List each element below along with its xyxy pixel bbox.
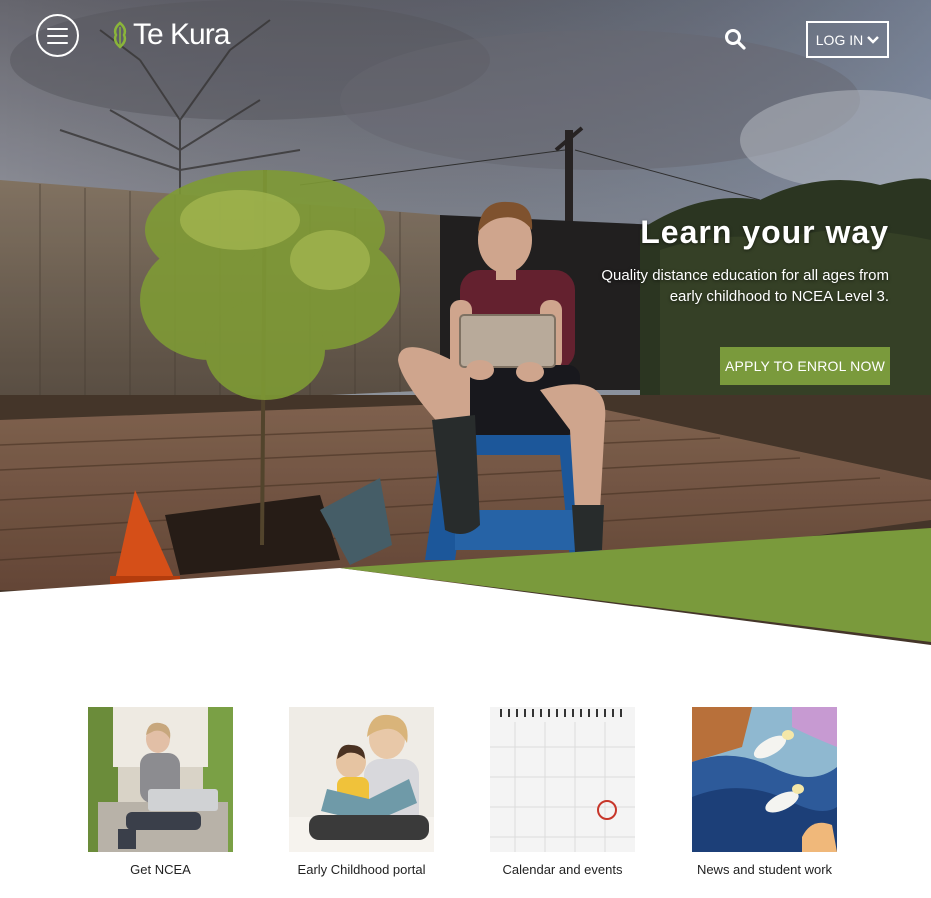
tile-early-childhood-portal[interactable]: Early Childhood portal [289,707,434,877]
tile-label: Get NCEA [130,862,191,877]
early-childhood-image [289,707,434,852]
tile-news-and-student-work[interactable]: News and student work [692,707,837,877]
login-button[interactable]: LOG IN [806,21,889,58]
tile-get-ncea[interactable]: Get NCEA [88,707,233,877]
hamburger-icon-line [47,41,68,44]
get-ncea-image [88,707,233,852]
hamburger-icon [47,27,68,30]
logo-text: Te Kura [133,18,230,51]
login-label: LOG IN [815,31,864,48]
hero-photo [0,0,931,645]
hamburger-icon-line [47,34,68,37]
chevron-down-icon [867,35,880,44]
calendar-image [490,707,635,852]
menu-button[interactable] [36,14,79,57]
hero-subtitle: Quality distance education for all ages … [601,267,889,305]
hero-title: Learn your way [640,214,889,250]
fern-logo-icon [113,21,127,49]
hero-banner: Te Kura LOG IN Learn your way Quality di… [0,0,931,645]
search-icon[interactable] [724,28,746,50]
tile-calendar-and-events[interactable]: Calendar and events [490,707,635,877]
tile-label: Early Childhood portal [297,862,426,877]
site-logo[interactable]: Te Kura [110,18,230,52]
gannet-painting-image [692,707,837,852]
apply-to-enrol-button[interactable]: APPLY TO ENROL NOW [720,347,890,385]
tile-label: Calendar and events [502,862,623,877]
tile-label: News and student work [696,862,833,877]
